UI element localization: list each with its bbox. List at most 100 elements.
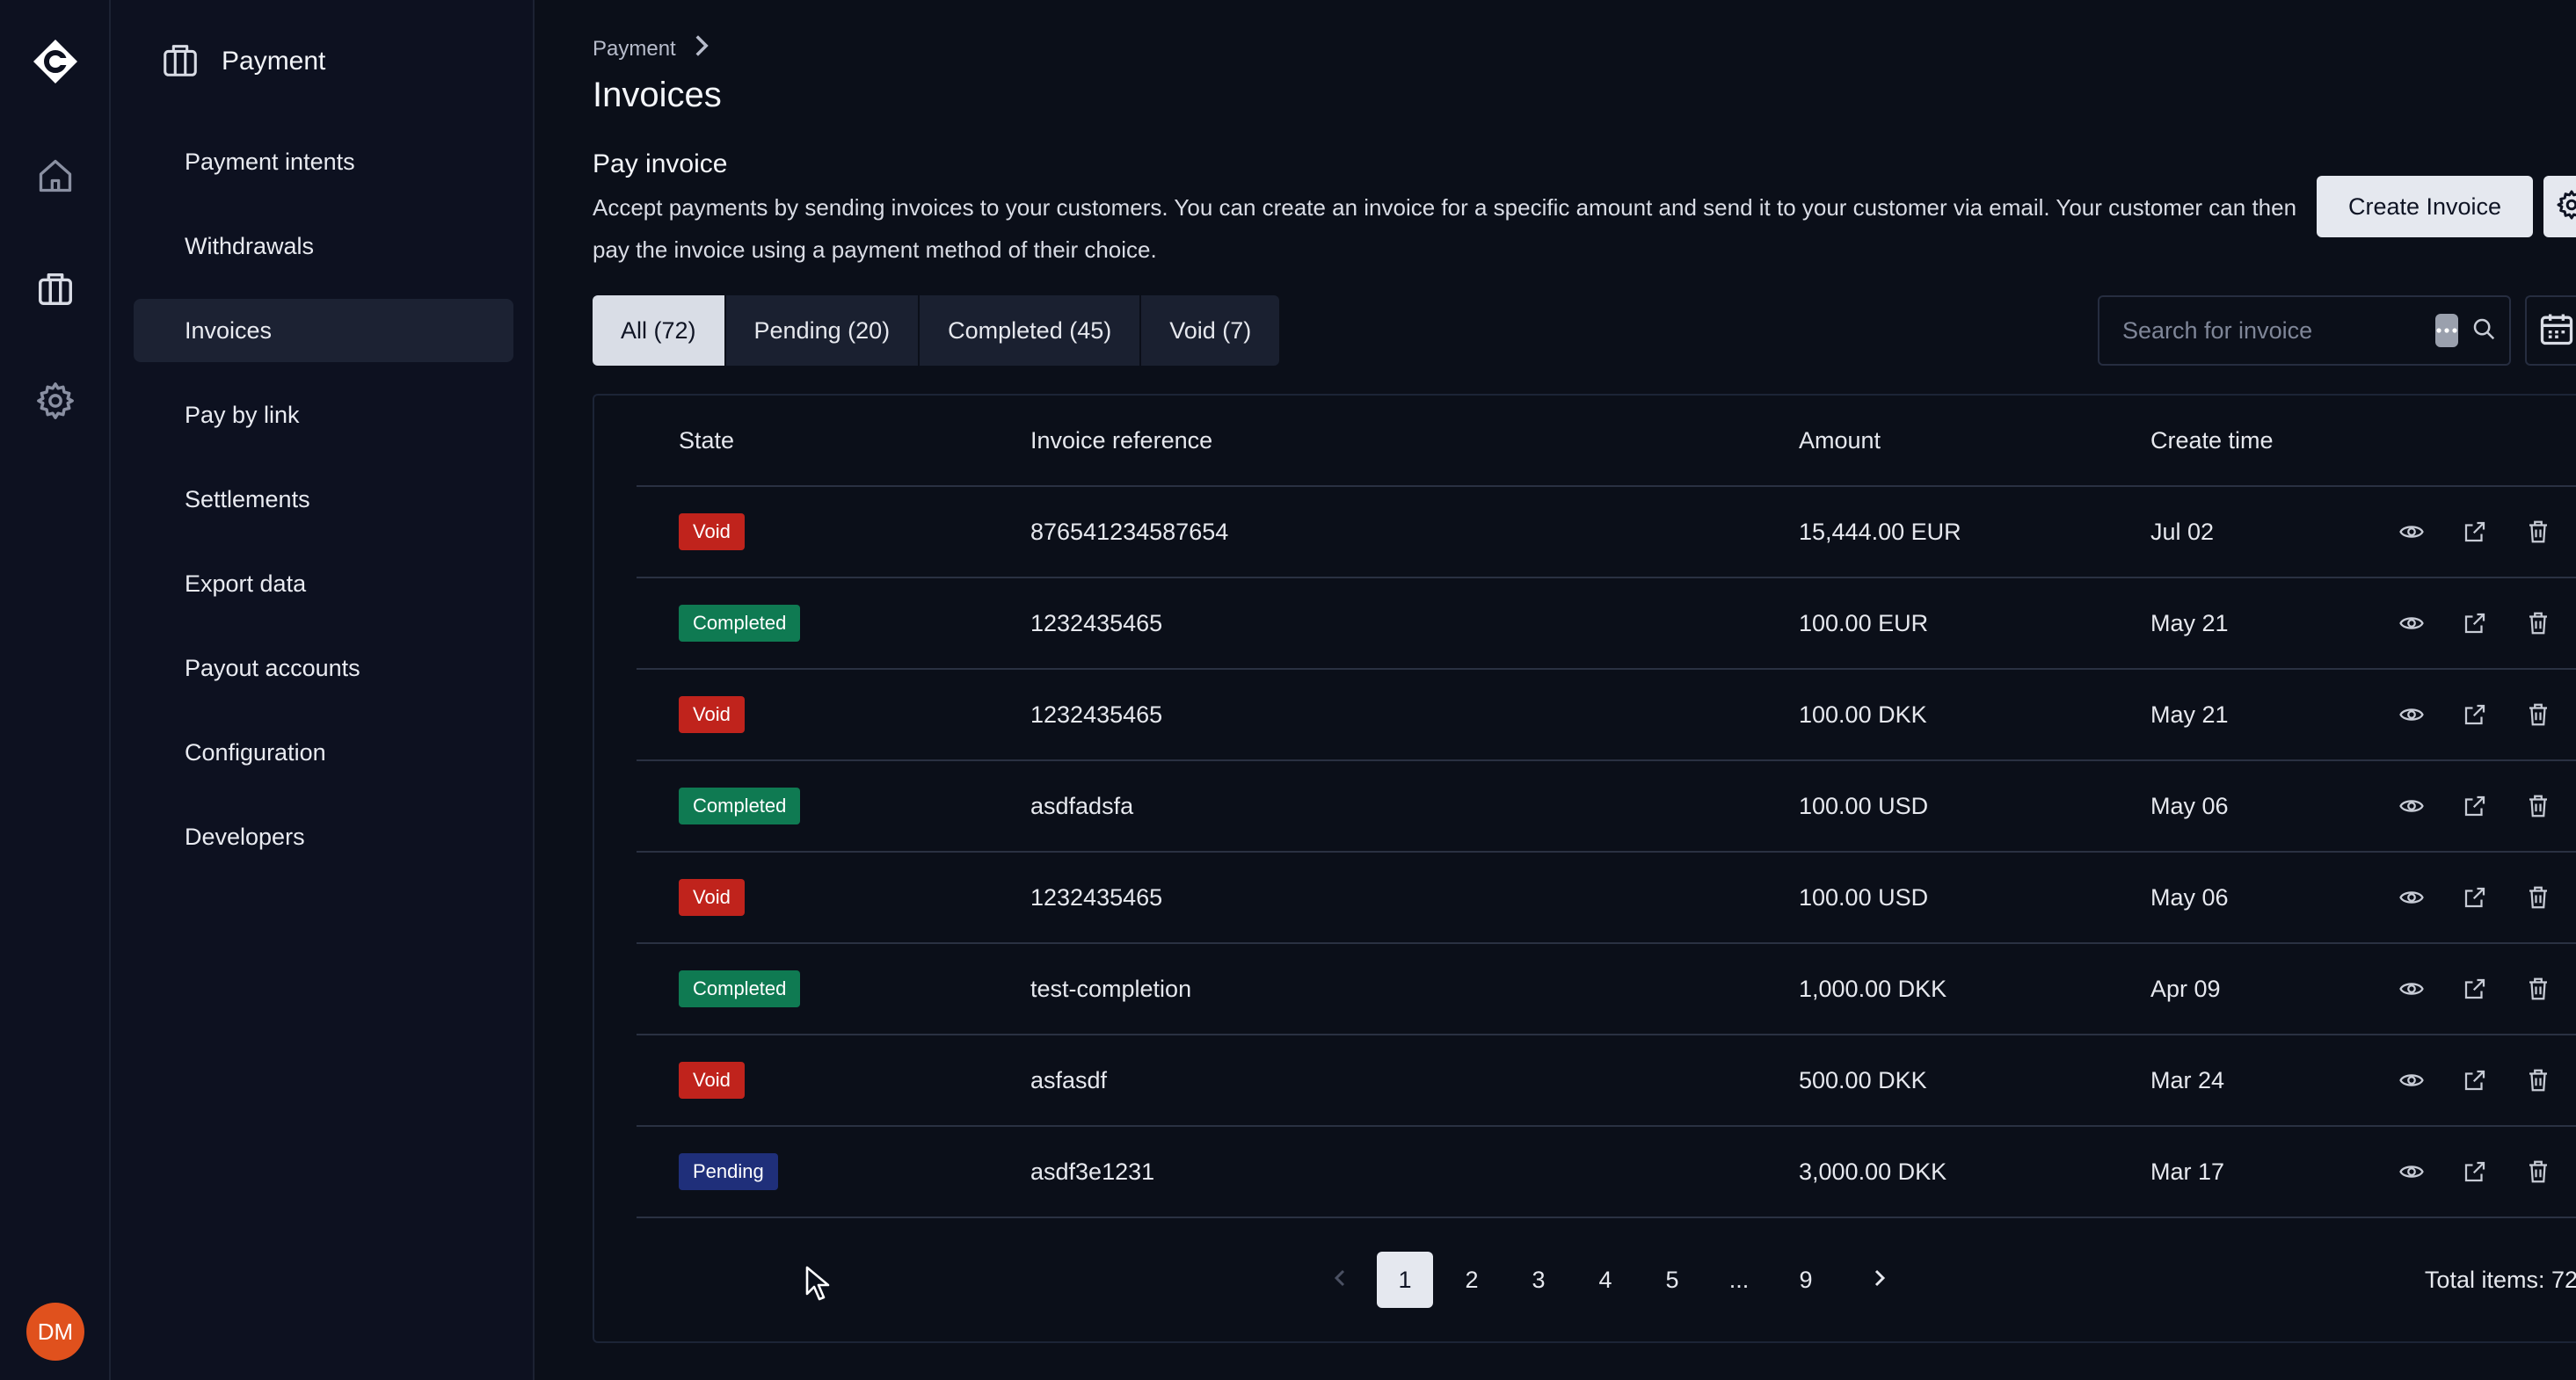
eye-icon[interactable] (2398, 610, 2425, 636)
eye-icon[interactable] (2398, 1067, 2425, 1093)
sidebar-item-developers[interactable]: Developers (134, 805, 513, 868)
table-row[interactable]: Void 1232435465 100.00 DKK May 21 (637, 670, 2576, 761)
state-cell: Void (679, 853, 745, 942)
tab-void[interactable]: Void (7) (1141, 295, 1279, 366)
page-button-4[interactable]: 4 (1577, 1252, 1634, 1308)
create-time-cell: Apr 09 (2150, 975, 2221, 1002)
table-body: Void 876541234587654 15,444.00 EUR Jul 02 Co… (637, 487, 2576, 1218)
trash-icon[interactable] (2525, 519, 2551, 545)
amount-cell: 100.00 DKK (1799, 701, 1927, 728)
page-button-2[interactable]: 2 (1444, 1252, 1500, 1308)
amount-cell: 15,444.00 EUR (1799, 518, 1961, 545)
more-options-icon[interactable] (2435, 314, 2458, 347)
trash-icon[interactable] (2525, 1067, 2551, 1093)
status-badge: Completed (679, 605, 801, 642)
external-link-icon[interactable] (2462, 976, 2488, 1002)
column-state[interactable]: State (679, 427, 734, 454)
date-filter-button[interactable] (2525, 295, 2576, 366)
sidebar-title: Payment (222, 47, 326, 76)
invoice-settings-button[interactable] (2543, 176, 2576, 237)
create-invoice-button[interactable]: Create Invoice (2317, 176, 2533, 237)
external-link-icon[interactable] (2462, 884, 2488, 911)
external-link-icon[interactable] (2462, 610, 2488, 636)
page-button-9[interactable]: 9 (1778, 1252, 1834, 1308)
trash-icon[interactable] (2525, 610, 2551, 636)
external-link-icon[interactable] (2462, 1067, 2488, 1093)
eye-icon[interactable] (2398, 519, 2425, 545)
sidebar-item-invoices[interactable]: Invoices (134, 299, 513, 362)
briefcase-icon[interactable] (29, 262, 82, 315)
sidebar-item-configuration[interactable]: Configuration (134, 721, 513, 784)
sidebar-item-payment-intents[interactable]: Payment intents (134, 130, 513, 193)
icon-rail: DM (0, 0, 111, 1380)
breadcrumb: Payment (593, 33, 711, 64)
page-button-5[interactable]: 5 (1644, 1252, 1700, 1308)
row-actions (2386, 1127, 2576, 1217)
search-icon[interactable] (2470, 316, 2497, 346)
create-time-cell: May 21 (2150, 701, 2229, 728)
status-badge: Completed (679, 970, 801, 1007)
table-row[interactable]: Void asfasdf 500.00 DKK Mar 24 (637, 1035, 2576, 1127)
briefcase-icon (160, 40, 200, 84)
table-row[interactable]: Completed test-completion 1,000.00 DKK Apr … (637, 944, 2576, 1035)
tab-completed[interactable]: Completed (45) (920, 295, 1142, 366)
status-badge: Pending (679, 1153, 778, 1190)
eye-icon[interactable] (2398, 884, 2425, 911)
invoice-reference-cell: test-completion (1030, 975, 1192, 1002)
invoice-reference-cell: 1232435465 (1030, 883, 1163, 911)
eye-icon[interactable] (2398, 701, 2425, 728)
invoice-reference-cell: 876541234587654 (1030, 518, 1229, 545)
sidebar-nav: Payment intents Withdrawals Invoices Pay… (134, 130, 513, 890)
next-page-button[interactable] (1852, 1252, 1908, 1308)
eye-icon[interactable] (2398, 976, 2425, 1002)
status-badge: Void (679, 513, 745, 550)
main-content: Payment Invoices Pay invoice Accept paym… (535, 0, 2576, 1380)
user-avatar[interactable]: DM (26, 1303, 84, 1361)
column-invoice-reference[interactable]: Invoice reference (1030, 427, 1212, 454)
tab-all[interactable]: All (72) (593, 295, 726, 366)
breadcrumb-payment[interactable]: Payment (593, 37, 676, 62)
search-input[interactable] (2121, 316, 2435, 345)
trash-icon[interactable] (2525, 793, 2551, 819)
status-badge: Void (679, 1062, 745, 1099)
external-link-icon[interactable] (2462, 701, 2488, 728)
column-amount[interactable]: Amount (1799, 427, 1881, 454)
trash-icon[interactable] (2525, 701, 2551, 728)
sidebar-item-payout-accounts[interactable]: Payout accounts (134, 636, 513, 700)
sidebar-item-settlements[interactable]: Settlements (134, 468, 513, 531)
column-create-time[interactable]: Create time (2150, 427, 2274, 454)
pagination-ellipsis: ... (1728, 1266, 1750, 1293)
table-row[interactable]: Completed asdfadsfa 100.00 USD May 06 (637, 761, 2576, 853)
brand-logo-icon[interactable] (31, 37, 80, 86)
trash-icon[interactable] (2525, 1158, 2551, 1185)
table-row[interactable]: Void 1232435465 100.00 USD May 06 (637, 853, 2576, 944)
tab-pending[interactable]: Pending (20) (726, 295, 921, 366)
page-button-3[interactable]: 3 (1510, 1252, 1567, 1308)
eye-icon[interactable] (2398, 1158, 2425, 1185)
table-row[interactable]: Void 876541234587654 15,444.00 EUR Jul 02 (637, 487, 2576, 578)
page-button-1[interactable]: 1 (1377, 1252, 1433, 1308)
sidebar-item-withdrawals[interactable]: Withdrawals (134, 214, 513, 278)
mouse-cursor-icon (805, 1266, 830, 1301)
table-row[interactable]: Pending asdf3e1231 3,000.00 DKK Mar 17 (637, 1127, 2576, 1218)
trash-icon[interactable] (2525, 976, 2551, 1002)
external-link-icon[interactable] (2462, 793, 2488, 819)
table-row[interactable]: Completed 1232435465 100.00 EUR May 21 (637, 578, 2576, 670)
external-link-icon[interactable] (2462, 519, 2488, 545)
state-cell: Completed (679, 578, 801, 668)
gear-icon[interactable] (29, 374, 82, 427)
eye-icon[interactable] (2398, 793, 2425, 819)
sidebar-item-export-data[interactable]: Export data (134, 552, 513, 615)
amount-cell: 500.00 DKK (1799, 1066, 1927, 1093)
state-cell: Void (679, 487, 745, 577)
sidebar-item-pay-by-link[interactable]: Pay by link (134, 383, 513, 447)
previous-page-button[interactable] (1312, 1252, 1368, 1308)
sidebar-header: Payment (160, 39, 325, 84)
state-cell: Completed (679, 944, 801, 1034)
app: DM Payment Payment intents Withdrawals I… (0, 0, 2576, 1380)
invoice-reference-cell: asfasdf (1030, 1066, 1108, 1093)
external-link-icon[interactable] (2462, 1158, 2488, 1185)
trash-icon[interactable] (2525, 884, 2551, 911)
home-icon[interactable] (29, 149, 82, 202)
pagination: Total items: 72 1 2 3 4 5... 9 (594, 1239, 2576, 1318)
